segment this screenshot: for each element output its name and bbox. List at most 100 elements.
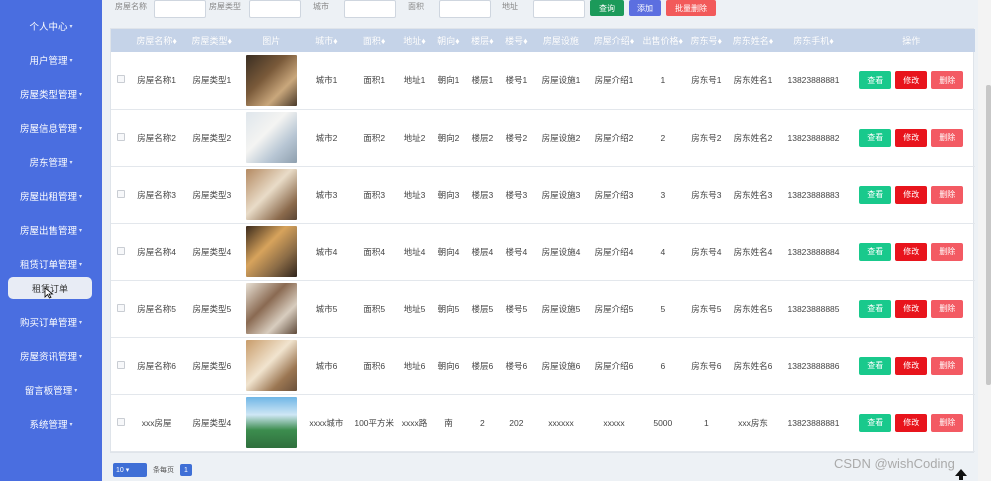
cell-landlord-name: xxx房东 xyxy=(738,417,768,428)
col-address[interactable]: 地址♦ xyxy=(397,29,432,52)
cell-image xyxy=(240,337,302,394)
cell-address: 地址3 xyxy=(403,189,426,200)
cell-intro: xxxxx xyxy=(603,417,625,428)
delete-button[interactable]: 删除 xyxy=(931,71,964,90)
checkbox[interactable] xyxy=(116,303,125,312)
checkbox[interactable] xyxy=(116,132,125,141)
back-to-top-icon[interactable] xyxy=(954,468,968,481)
checkbox[interactable] xyxy=(116,360,125,369)
sidebar-item-news[interactable]: 房屋资讯管理 ▾ xyxy=(0,341,102,371)
cell-price: 2 xyxy=(660,132,666,143)
row-checkbox[interactable] xyxy=(111,166,130,223)
sidebar-item-house-types[interactable]: 房屋类型管理 ▾ xyxy=(0,79,102,109)
col-area[interactable]: 面积♦ xyxy=(350,29,398,52)
row-checkbox[interactable] xyxy=(111,280,130,337)
col-house-name[interactable]: 房屋名称♦ xyxy=(130,29,184,52)
col-facing[interactable]: 朝向♦ xyxy=(431,29,466,52)
cell-price: 4 xyxy=(660,246,666,257)
add-button[interactable]: 添加 xyxy=(629,0,661,16)
col-image: 图片 xyxy=(240,29,303,52)
sidebar-item-message-board[interactable]: 留言板管理 ▾ xyxy=(0,375,102,405)
delete-button[interactable]: 删除 xyxy=(931,413,964,432)
table-row: 房屋名称4 房屋类型4 城市4 面积4 地址4 朝向4 楼层4 楼号4 房屋设施4 房屋介绍4 4 房… xyxy=(111,223,975,280)
delete-button[interactable]: 删除 xyxy=(931,185,964,204)
chevron-down-icon: ▾ xyxy=(79,193,83,200)
col-landlord-name[interactable]: 房东姓名♦ xyxy=(726,29,780,52)
batch-delete-button[interactable]: 批量删除 xyxy=(666,0,716,16)
view-button[interactable]: 查看 xyxy=(859,356,892,375)
sidebar-item-landlords[interactable]: 房东管理 ▾ xyxy=(0,147,102,177)
col-city[interactable]: 城市♦ xyxy=(302,29,351,52)
checkbox[interactable] xyxy=(116,189,125,198)
scrollbar-thumb[interactable] xyxy=(986,85,991,385)
page-number-1[interactable]: 1 xyxy=(180,464,192,476)
edit-button[interactable]: 修改 xyxy=(895,128,928,147)
row-checkbox[interactable] xyxy=(111,223,130,280)
edit-button[interactable]: 修改 xyxy=(895,413,928,432)
sidebar-item-purchase-orders[interactable]: 购买订单管理 ▾ xyxy=(0,307,102,337)
house-type-input[interactable] xyxy=(249,0,301,18)
view-button[interactable]: 查看 xyxy=(859,413,892,432)
col-intro[interactable]: 房屋介绍♦ xyxy=(588,29,640,52)
sidebar-item-house-info[interactable]: 房屋信息管理 ▾ xyxy=(0,113,102,143)
delete-button[interactable]: 删除 xyxy=(931,299,964,318)
sidebar: 个人中心 ▾ 用户管理 ▾ 房屋类型管理 ▾ 房屋信息管理 ▾ 房东管理 ▾ 房屋出租管理… xyxy=(0,0,102,481)
sidebar-item-rental-orders[interactable]: 租赁订单管理 ▾ xyxy=(0,249,102,279)
cell-building: 楼号5 xyxy=(505,303,528,314)
cell-area: 100平方米 xyxy=(354,417,395,428)
col-building[interactable]: 楼号♦ xyxy=(499,29,534,52)
col-facility[interactable]: 房屋设施 xyxy=(533,29,589,52)
edit-button[interactable]: 修改 xyxy=(895,242,928,261)
col-landlord-id[interactable]: 房东号♦ xyxy=(686,29,727,52)
city-input[interactable] xyxy=(344,0,396,18)
edit-button[interactable]: 修改 xyxy=(895,356,928,375)
sidebar-item-users[interactable]: 用户管理 ▾ xyxy=(0,45,102,75)
row-checkbox[interactable] xyxy=(111,394,130,451)
view-button[interactable]: 查看 xyxy=(859,71,892,90)
cell-image xyxy=(240,280,302,337)
cell-building: 楼号2 xyxy=(505,132,528,143)
cell-image xyxy=(240,52,302,109)
checkbox[interactable] xyxy=(116,417,125,426)
sidebar-item-house-rental[interactable]: 房屋出租管理 ▾ xyxy=(0,181,102,211)
cell-price: 3 xyxy=(660,189,666,200)
sidebar-item-personal-center[interactable]: 个人中心 ▾ xyxy=(0,11,102,41)
house-photo xyxy=(245,340,297,391)
cell-intro: 房屋介绍5 xyxy=(594,303,634,314)
sidebar-item-system[interactable]: 系统管理 ▾ xyxy=(0,409,102,439)
house-photo xyxy=(245,283,297,334)
edit-button[interactable]: 修改 xyxy=(895,185,928,204)
query-button[interactable]: 查询 xyxy=(590,0,624,16)
page-size-select[interactable]: 10 ▾ xyxy=(113,463,147,477)
sidebar-item-house-sale[interactable]: 房屋出售管理 ▾ xyxy=(0,215,102,245)
cell-house-name: 房屋名称5 xyxy=(137,303,176,314)
delete-button[interactable]: 删除 xyxy=(931,128,964,147)
edit-button[interactable]: 修改 xyxy=(895,71,928,90)
view-button[interactable]: 查看 xyxy=(859,185,892,204)
view-button[interactable]: 查看 xyxy=(859,242,892,261)
col-house-type[interactable]: 房屋类型♦ xyxy=(183,29,241,52)
delete-button[interactable]: 删除 xyxy=(931,242,964,261)
cell-address: 地址5 xyxy=(403,303,426,314)
cell-house-name: 房屋名称2 xyxy=(137,132,176,143)
col-price[interactable]: 出售价格♦ xyxy=(639,29,687,52)
row-checkbox[interactable] xyxy=(111,109,130,166)
delete-button[interactable]: 删除 xyxy=(931,356,964,375)
row-checkbox[interactable] xyxy=(111,52,130,109)
view-button[interactable]: 查看 xyxy=(859,128,892,147)
cell-landlord-phone: 13823888886 xyxy=(787,360,840,371)
row-checkbox[interactable] xyxy=(111,337,130,394)
col-landlord-phone[interactable]: 房东手机♦ xyxy=(779,29,848,52)
address-input[interactable] xyxy=(533,0,585,18)
cell-city: 城市1 xyxy=(315,75,338,86)
cell-landlord-phone: 13823888881 xyxy=(787,417,840,428)
cell-address: 地址6 xyxy=(403,360,426,371)
chevron-down-icon: ▾ xyxy=(69,23,73,30)
checkbox[interactable] xyxy=(116,246,125,255)
view-button[interactable]: 查看 xyxy=(859,299,892,318)
col-floor[interactable]: 楼层♦ xyxy=(465,29,500,52)
area-input[interactable] xyxy=(439,0,491,18)
edit-button[interactable]: 修改 xyxy=(895,299,928,318)
house-name-input[interactable] xyxy=(154,0,206,18)
checkbox[interactable] xyxy=(116,75,125,84)
